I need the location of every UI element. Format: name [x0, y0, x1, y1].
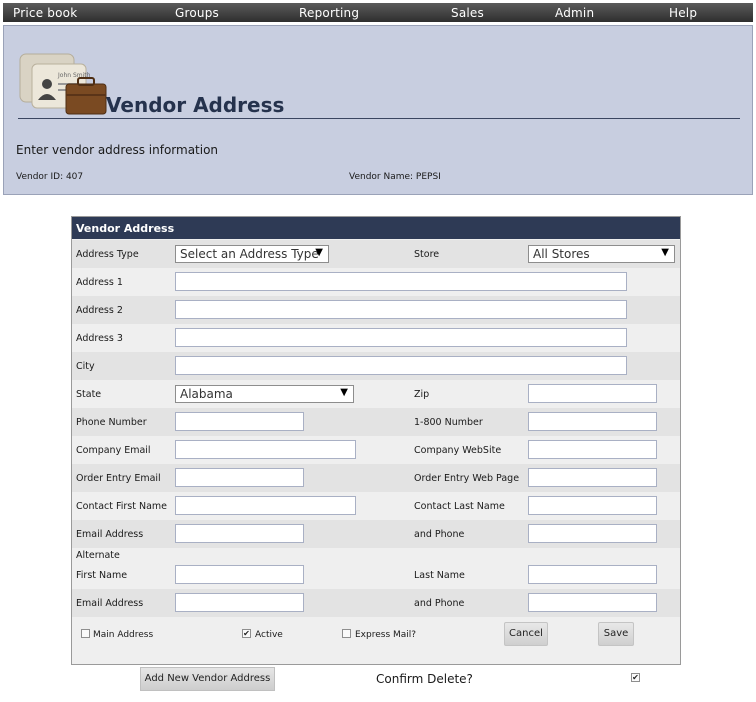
confirm-delete-checkbox[interactable]: ✔ [631, 673, 640, 682]
active-checkbox[interactable]: ✔ [242, 629, 251, 638]
row-phone: Phone Number 1-800 Number [72, 408, 680, 436]
save-button[interactable]: Save [598, 622, 634, 646]
main-address-checkbox[interactable] [81, 629, 90, 638]
address1-input[interactable] [175, 272, 627, 291]
instructions-text: Enter vendor address information [16, 143, 219, 157]
row-alt-email: Email Address and Phone [72, 589, 680, 617]
contact-last-input[interactable] [528, 496, 657, 515]
vendor-contact-icon: John Smith [19, 53, 107, 115]
confirm-delete-label: Confirm Delete? [376, 672, 473, 686]
address-type-label: Address Type [76, 249, 139, 260]
row-company: Company Email Company WebSite [72, 436, 680, 464]
nav-price-book[interactable]: Price book [13, 6, 77, 20]
alt-email-input[interactable] [175, 593, 304, 612]
row-address3: Address 3 [72, 324, 680, 352]
address-type-value: Select an Address Type [180, 247, 319, 261]
title-divider [18, 118, 740, 119]
row-alternate-heading: Alternate [72, 548, 680, 562]
top-nav: Price book Groups Reporting Sales Admin … [3, 3, 753, 22]
phone-input[interactable] [175, 412, 304, 431]
email-input[interactable] [175, 524, 304, 543]
store-value: All Stores [533, 247, 590, 261]
address2-label: Address 2 [76, 305, 123, 316]
company-web-label: Company WebSite [414, 445, 502, 456]
store-label: Store [414, 249, 440, 260]
and-phone-label: and Phone [414, 529, 465, 540]
order-web-label: Order Entry Web Page [414, 473, 520, 484]
order-email-label: Order Entry Email [76, 473, 161, 484]
express-mail-label: Express Mail? [355, 630, 417, 640]
state-value: Alabama [180, 387, 233, 401]
alt-last-label: Last Name [414, 570, 465, 581]
zip-input[interactable] [528, 384, 657, 403]
main-address-label: Main Address [93, 630, 154, 640]
phone-label: Phone Number [76, 417, 147, 428]
row-contact-email: Email Address and Phone [72, 520, 680, 548]
page-title: Vendor Address [106, 93, 285, 117]
add-new-vendor-address-button[interactable]: Add New Vendor Address [140, 667, 275, 691]
nav-help[interactable]: Help [669, 6, 697, 20]
contact-first-input[interactable] [175, 496, 356, 515]
alternate-label: Alternate [76, 550, 120, 561]
alt-phone-input[interactable] [528, 593, 657, 612]
row-contact-name: Contact First Name Contact Last Name [72, 492, 680, 520]
row-options: Main Address ✔ Active Express Mail? Canc… [72, 617, 680, 664]
nav-reporting[interactable]: Reporting [299, 6, 359, 20]
address2-input[interactable] [175, 300, 627, 319]
vendor-address-form: Vendor Address Address Type Select an Ad… [71, 216, 681, 665]
row-state: State Alabama ▼ Zip [72, 380, 680, 408]
phone800-input[interactable] [528, 412, 657, 431]
chevron-down-icon: ▼ [661, 247, 669, 258]
cancel-button[interactable]: Cancel [504, 622, 548, 646]
email-label: Email Address [76, 529, 144, 540]
express-mail-checkbox[interactable] [342, 629, 351, 638]
company-email-input[interactable] [175, 440, 356, 459]
row-address2: Address 2 [72, 296, 680, 324]
company-web-input[interactable] [528, 440, 657, 459]
city-input[interactable] [175, 356, 627, 375]
chevron-down-icon: ▼ [315, 247, 323, 258]
address-type-select[interactable]: Select an Address Type ▼ [175, 245, 329, 263]
alt-first-label: First Name [76, 570, 128, 581]
chevron-down-icon: ▼ [340, 387, 348, 398]
city-label: City [76, 361, 95, 372]
nav-admin[interactable]: Admin [555, 6, 594, 20]
contact-phone-input[interactable] [528, 524, 657, 543]
phone800-label: 1-800 Number [414, 417, 483, 428]
alt-last-input[interactable] [528, 565, 657, 584]
row-city: City [72, 352, 680, 380]
order-email-input[interactable] [175, 468, 304, 487]
row-alt-name: First Name Last Name [72, 561, 680, 589]
state-select[interactable]: Alabama ▼ [175, 385, 354, 403]
vendor-id: Vendor ID: 407 [16, 172, 84, 182]
store-select[interactable]: All Stores ▼ [528, 245, 675, 263]
vendor-name: Vendor Name: PEPSI [349, 172, 441, 182]
contact-first-label: Contact First Name [76, 501, 168, 512]
active-label: Active [255, 630, 283, 640]
address3-label: Address 3 [76, 333, 123, 344]
order-web-input[interactable] [528, 468, 657, 487]
contact-last-label: Contact Last Name [414, 501, 505, 512]
zip-label: Zip [414, 389, 430, 400]
company-email-label: Company Email [76, 445, 151, 456]
header-panel: John Smith Vendor Address Enter vendor a… [3, 25, 753, 195]
address1-label: Address 1 [76, 277, 123, 288]
alt-email-label: Email Address [76, 598, 144, 609]
address3-input[interactable] [175, 328, 627, 347]
row-address-type: Address Type Select an Address Type ▼ St… [72, 240, 680, 268]
row-address1: Address 1 [72, 268, 680, 296]
nav-sales[interactable]: Sales [451, 6, 484, 20]
state-label: State [76, 389, 102, 400]
row-order-entry: Order Entry Email Order Entry Web Page [72, 464, 680, 492]
nav-groups[interactable]: Groups [175, 6, 219, 20]
form-title: Vendor Address [72, 217, 680, 239]
alt-first-input[interactable] [175, 565, 304, 584]
alt-phone-label: and Phone [414, 598, 465, 609]
